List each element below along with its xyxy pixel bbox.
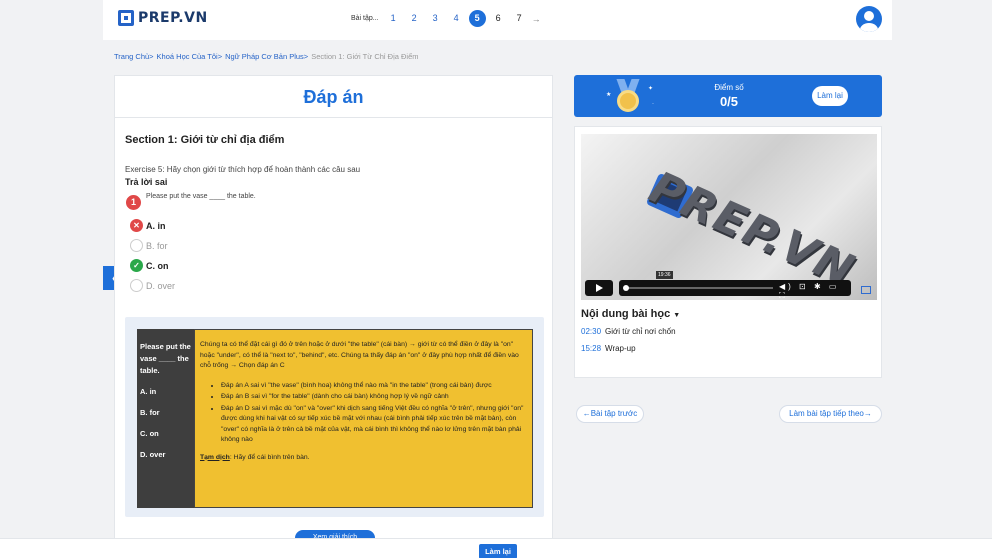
next-exercise-button[interactable]: Làm bài tập tiếp theo→ (779, 405, 882, 423)
lesson-item[interactable]: 15:28 Wrap-up (581, 344, 636, 353)
sparkle-icon: · (652, 101, 654, 107)
radio-empty-icon (130, 279, 143, 292)
option-a-label: A. in (146, 220, 166, 231)
question-text: Please put the vase ____ the table. (146, 193, 256, 200)
lesson-time[interactable]: 15:28 (581, 344, 601, 353)
pager-item-7[interactable]: 7 (511, 10, 528, 27)
pip-icon[interactable] (861, 286, 871, 294)
logo-icon (118, 10, 134, 26)
lesson-item[interactable]: 02:30 Giới từ chỉ nơi chốn (581, 327, 676, 336)
video-controls: 19:36 ◀) ⊡ ✱ ▭ ⛶ (581, 271, 877, 300)
pager-label: Bài tập... (351, 15, 379, 22)
lesson-title: Wrap-up (605, 344, 636, 353)
explanation-intro: Chúng ta có thể đặt cái gì đó ở trên hoặ… (200, 341, 519, 369)
explanation-bullets: Đáp án A sai vì "the vase" (bình hoa) kh… (200, 381, 527, 446)
breadcrumb: Trang Chủ> Khoá Học Của Tôi> Ngữ Pháp Cơ… (114, 52, 422, 61)
translation-label: Tạm dịch (200, 453, 230, 461)
breadcrumb-my-courses[interactable]: Khoá Học Của Tôi> (157, 52, 223, 61)
pager-item-6[interactable]: 6 (490, 10, 507, 27)
lesson-title: Giới từ chỉ nơi chốn (605, 327, 676, 336)
prep-logo[interactable]: PREP.VN (118, 10, 208, 26)
progress-handle[interactable] (623, 285, 629, 291)
exercise-instruction: Exercise 5: Hãy chọn giới từ thích hợp đ… (125, 165, 361, 174)
option-c-label: C. on (146, 260, 169, 271)
progress-track[interactable] (625, 287, 773, 289)
medal-icon (614, 79, 642, 113)
time-tooltip: 19:36 (656, 271, 673, 279)
video-card: PREP.VN 19:36 ◀) ⊡ ✱ ▭ ⛶ Nội dung bài họ… (574, 126, 882, 378)
retry-bottom-button[interactable]: Làm lại (479, 544, 517, 558)
score-label: Điểm số (714, 83, 744, 92)
explanation-text-column: Chúng ta có thể đặt cái gì đó ở trên hoặ… (194, 329, 533, 508)
translation-text: : Hãy để cái bình trên bàn. (229, 453, 310, 461)
video-logo-text: PREP.VN (642, 161, 863, 298)
play-icon[interactable] (585, 280, 613, 296)
breadcrumb-course[interactable]: Ngữ Pháp Cơ Bản Plus> (225, 52, 308, 61)
breadcrumb-home[interactable]: Trang Chủ> (114, 52, 154, 61)
previous-exercise-button[interactable]: ←Bài tập trước (576, 405, 644, 423)
caret-down-icon: ▼ (673, 312, 681, 319)
player-control-icons[interactable]: ◀) ⊡ ✱ ▭ ⛶ (779, 282, 851, 300)
top-header: PREP.VN Bài tập... 1 2 3 4 5 6 7 → (103, 0, 892, 40)
lesson-content-title: Nội dung bài học (581, 308, 671, 320)
result-label: Trả lời sai (125, 177, 168, 187)
pager-item-4[interactable]: 4 (448, 10, 465, 27)
explanation-bullet: Đáp án B sai vì "for the table" (dành ch… (221, 392, 527, 403)
answer-panel: Đáp án Section 1: Giới từ chỉ địa điểm E… (114, 75, 553, 558)
explanation-bullet: Đáp án A sai vì "the vase" (bình hoa) kh… (221, 381, 527, 392)
question-number-badge: 1 (126, 195, 141, 210)
section-title: Section 1: Giới từ chỉ địa điểm (125, 134, 285, 146)
explanation-box: Please put the vase ____ the table. A. i… (125, 317, 544, 517)
pager-item-5-active[interactable]: 5 (468, 10, 486, 27)
explanation-question: Please put the vase ____ the table. (140, 342, 191, 375)
option-b: B. for (130, 239, 168, 252)
lesson-content-dropdown[interactable]: Nội dung bài học ▼ (581, 308, 680, 320)
explanation-option-d: D. over (140, 450, 166, 459)
retry-button[interactable]: Làm lại (812, 86, 848, 106)
pager-next-arrow-icon[interactable]: → (532, 14, 541, 24)
explanation-option-a: A. in (140, 387, 157, 396)
score-card: ★ ✦ · Điểm số 0/5 Làm lại (574, 75, 882, 117)
answer-title: Đáp án (115, 76, 552, 118)
explanation-question-column: Please put the vase ____ the table. A. i… (137, 329, 194, 508)
bottom-bar: Làm lại (0, 538, 992, 558)
sparkle-icon: ★ (606, 92, 612, 98)
check-icon (130, 259, 143, 272)
pager-item-2[interactable]: 2 (406, 10, 423, 27)
user-avatar-icon[interactable] (856, 6, 882, 32)
explanation-option-b: B. for (140, 408, 160, 417)
pager-item-3[interactable]: 3 (427, 10, 444, 27)
video-progress-bar[interactable]: 19:36 ◀) ⊡ ✱ ▭ ⛶ (619, 271, 851, 300)
exercise-pager: Bài tập... 1 2 3 4 5 6 7 → (351, 10, 541, 27)
pager-item-1[interactable]: 1 (385, 10, 402, 27)
explanation-table: Please put the vase ____ the table. A. i… (137, 329, 533, 508)
breadcrumb-current: Section 1: Giới Từ Chỉ Địa Điểm (311, 52, 419, 61)
option-c: C. on (130, 259, 169, 272)
logo-text: PREP.VN (138, 10, 208, 26)
explanation-bullet: Đáp án D sai vì mặc dù "on" và "over" kh… (221, 404, 527, 446)
video-player[interactable]: PREP.VN 19:36 ◀) ⊡ ✱ ▭ ⛶ (581, 134, 877, 300)
sparkle-icon: ✦ (648, 86, 654, 92)
radio-empty-icon (130, 239, 143, 252)
score-value: 0/5 (719, 94, 739, 109)
option-b-label: B. for (146, 240, 168, 251)
option-d-label: D. over (146, 280, 176, 291)
lesson-time[interactable]: 02:30 (581, 327, 601, 336)
explanation-option-c: C. on (140, 429, 159, 438)
translation: Tạm dịch: Hãy để cái bình trên bàn. (200, 453, 527, 464)
option-a: A. in (130, 219, 166, 232)
option-d: D. over (130, 279, 175, 292)
wrong-icon (130, 219, 143, 232)
